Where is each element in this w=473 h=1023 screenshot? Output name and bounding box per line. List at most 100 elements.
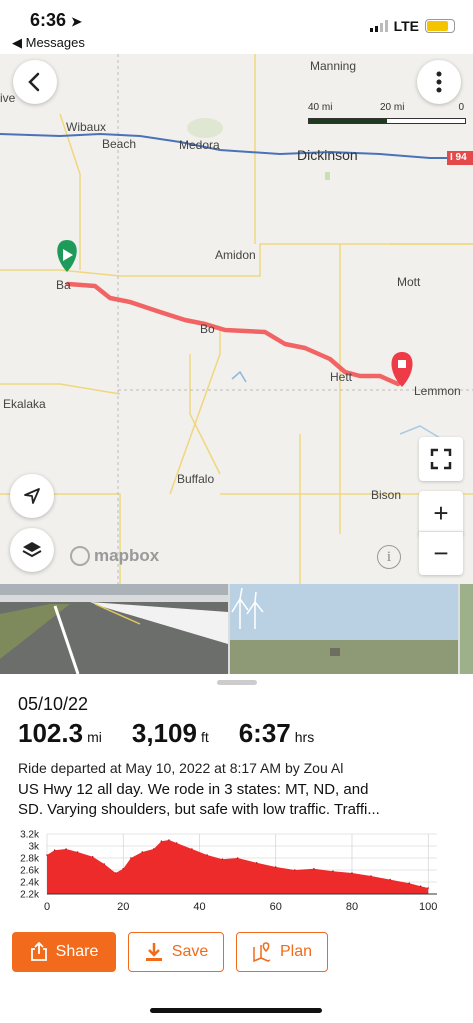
mapbox-logo[interactable]: mapbox <box>70 546 159 566</box>
plan-label: Plan <box>279 943 313 960</box>
chevron-left-icon <box>28 72 40 92</box>
zoom-out-button[interactable]: − <box>419 531 463 575</box>
sheet-grabber[interactable] <box>217 680 257 685</box>
elevation-point <box>46 854 48 856</box>
scale-label-20: 20 mi <box>380 102 405 113</box>
y-tick-label: 2.6k <box>20 866 40 877</box>
elevation-point <box>76 851 79 853</box>
elevation-point <box>408 882 411 884</box>
label-lemmon: Lemmon <box>414 384 461 398</box>
elevation-point <box>313 868 315 870</box>
ride-date: 05/10/22 <box>18 694 89 714</box>
distance-unit: mi <box>87 729 102 745</box>
status-bar: 6:36 ➤ ◀ Messages LTE <box>0 0 473 54</box>
description-line-2: SD. Varying shoulders, but safe with low… <box>18 801 380 818</box>
description-line-1: US Hwy 12 all day. We rode in 3 states: … <box>18 781 369 798</box>
label-divide: ive <box>0 91 16 105</box>
elevation-point <box>427 887 430 889</box>
elevation-point <box>389 878 391 881</box>
elevation-point <box>130 857 132 859</box>
elevation-area <box>47 840 429 894</box>
y-tick-label: 3.2k <box>20 830 40 841</box>
label-dickinson: Dickinson <box>297 147 358 163</box>
elevation-point <box>141 851 144 853</box>
photo-road[interactable] <box>0 584 228 674</box>
elevation-chart[interactable]: 3.2k3k2.8k2.6k2.4k2.2k 0 20 40 60 80 100 <box>0 826 473 916</box>
share-button[interactable]: Share <box>12 932 116 972</box>
elevation-point <box>206 854 208 856</box>
elevation-point <box>103 863 105 865</box>
home-indicator[interactable] <box>150 1008 322 1013</box>
elevation-point <box>274 866 277 868</box>
stat-time: 6:37 hrs <box>239 718 315 749</box>
x-tick-label: 60 <box>270 901 282 913</box>
back-button[interactable] <box>13 60 57 104</box>
locate-button[interactable] <box>10 474 54 518</box>
x-tick-label: 0 <box>44 901 50 913</box>
elevation-point <box>236 857 239 859</box>
time-unit: hrs <box>294 729 315 745</box>
photo-windmills[interactable] <box>230 584 458 674</box>
label-buffalo: Buffalo <box>177 472 215 486</box>
label-mott: Mott <box>397 275 421 289</box>
label-manning: Manning <box>310 59 357 73</box>
elevation-point <box>160 840 163 842</box>
photo-third[interactable] <box>460 584 473 674</box>
elevation-point <box>65 848 67 850</box>
route-map[interactable]: Manning ive Wibaux Beach Medora Dickinso… <box>0 54 473 584</box>
elevation-point <box>351 872 353 874</box>
share-label: Share <box>55 943 99 960</box>
mapbox-icon <box>70 546 90 566</box>
zoom-in-button[interactable]: + <box>419 491 463 535</box>
x-tick-label: 20 <box>117 901 129 913</box>
elevation-point <box>221 858 224 860</box>
distance-value: 102.3 <box>18 718 84 748</box>
y-tick-label: 2.2k <box>20 890 40 901</box>
elevation-point <box>122 868 124 870</box>
time-value: 6:37 <box>238 718 291 748</box>
location-arrow-icon: ➤ <box>71 14 82 29</box>
start-pin-icon <box>57 240 77 272</box>
label-wibaux: Wibaux <box>66 120 107 134</box>
label-bison: Bison <box>371 488 402 502</box>
label-hettinger: Hett <box>330 370 353 384</box>
x-tick-label: 40 <box>193 901 205 913</box>
elevation-point <box>152 848 155 850</box>
battery-icon <box>425 19 455 33</box>
plan-button[interactable]: Plan <box>236 932 328 972</box>
label-medora: Medora <box>179 138 220 152</box>
scale-label-0: 0 <box>458 102 464 113</box>
ride-description[interactable]: US Hwy 12 all day. We rode in 3 states: … <box>18 780 458 820</box>
fullscreen-icon <box>430 448 452 470</box>
elevation-value: 3,109 <box>131 718 197 748</box>
status-time: 6:36 ➤ <box>30 10 82 30</box>
elevation-point <box>294 869 296 871</box>
fullscreen-button[interactable] <box>419 437 463 481</box>
share-icon <box>30 942 47 961</box>
download-icon <box>145 943 162 961</box>
label-baker: Ba <box>56 278 71 292</box>
save-button[interactable]: Save <box>128 932 224 972</box>
label-interstate: I 94 <box>450 152 467 163</box>
label-beach: Beach <box>102 137 137 151</box>
x-tick-label: 80 <box>346 901 358 913</box>
info-icon[interactable]: i <box>377 545 401 569</box>
scale-label-40: 40 mi <box>308 102 333 113</box>
elevation-unit: ft <box>200 729 209 745</box>
stat-distance: 102.3 mi <box>18 718 102 749</box>
more-button[interactable] <box>417 60 461 104</box>
back-to-messages[interactable]: ◀ Messages <box>12 35 85 51</box>
label-bowman: Bo <box>200 322 215 336</box>
elevation-point <box>175 842 178 844</box>
elevation-point <box>332 870 334 872</box>
scale-line <box>308 118 466 124</box>
label-amidon: Amidon <box>215 248 256 262</box>
layers-button[interactable] <box>10 528 54 572</box>
photo-windmills-image <box>231 587 340 656</box>
y-tick-label: 3k <box>28 842 40 853</box>
departed-text: Ride departed at May 10, 2022 at 8:17 AM… <box>18 760 344 776</box>
elevation-point <box>419 885 422 887</box>
elevation-point <box>53 849 56 851</box>
navigation-arrow-icon <box>24 488 40 504</box>
photo-strip[interactable] <box>0 584 473 674</box>
